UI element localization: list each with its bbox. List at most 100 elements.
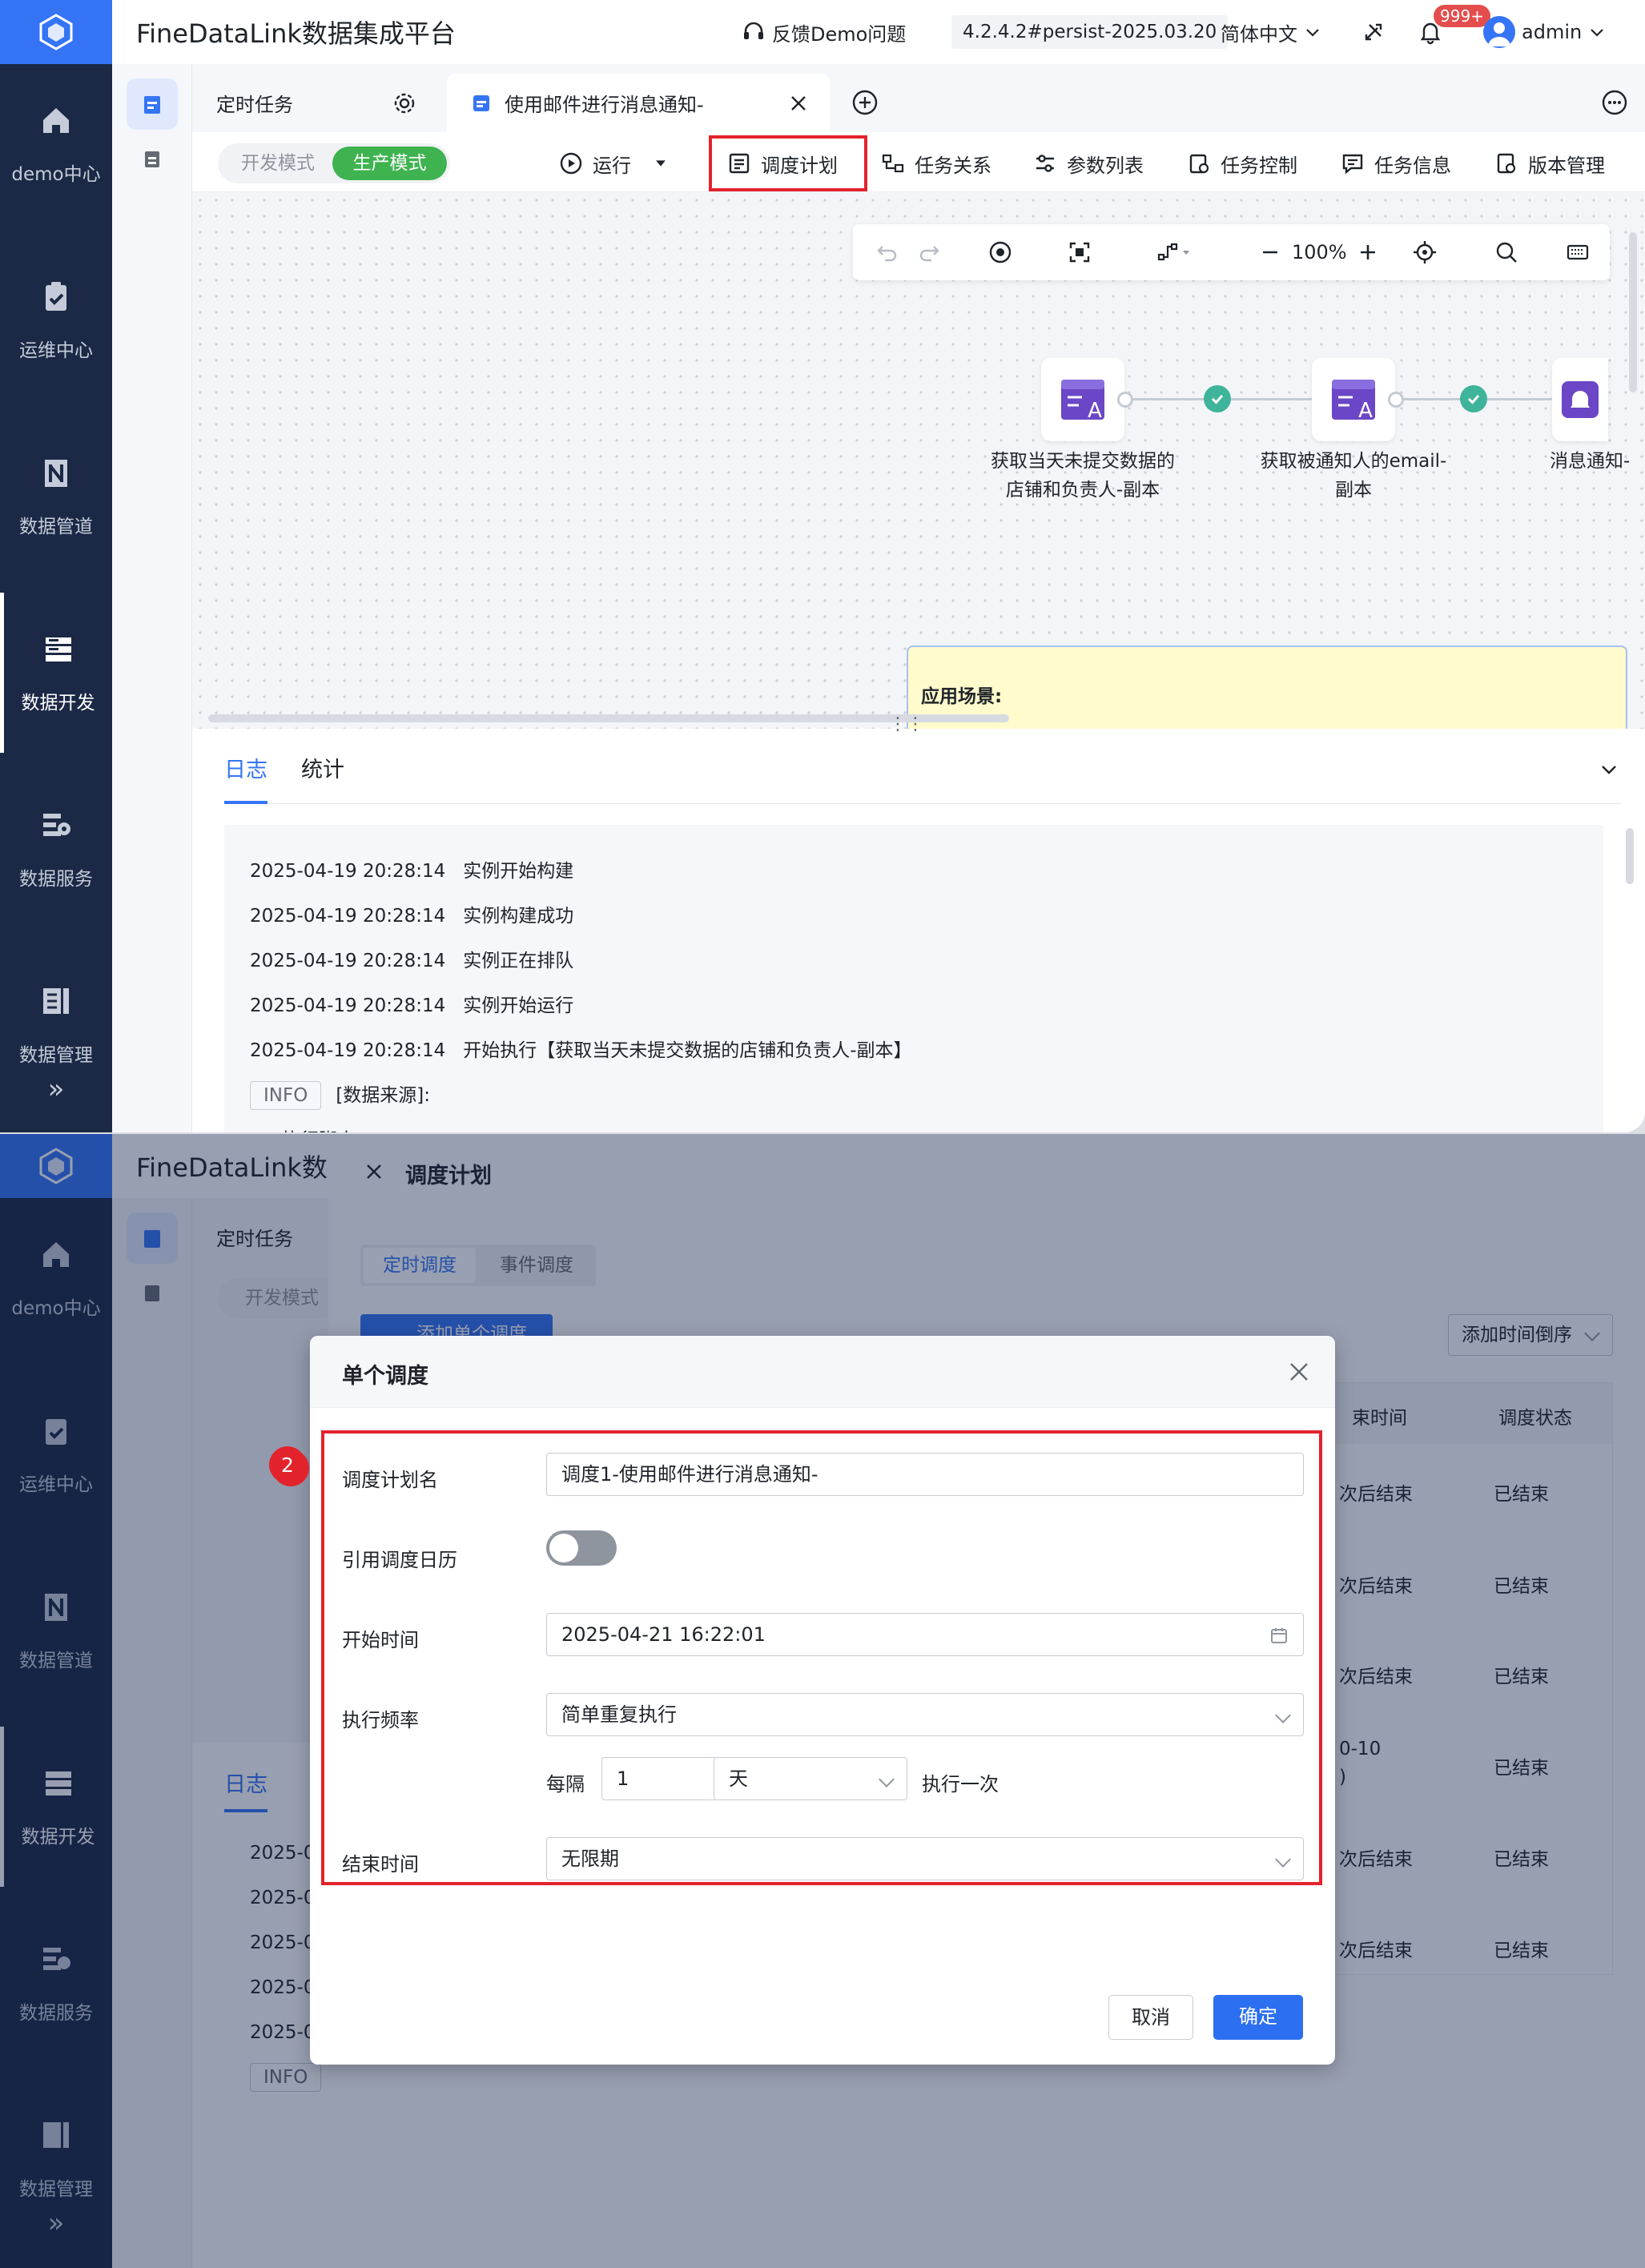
every-label: 每隔 xyxy=(546,1773,585,1796)
undo-button[interactable] xyxy=(875,240,899,264)
dag-node-2[interactable]: A xyxy=(1312,358,1395,441)
resource-button[interactable] xyxy=(127,133,178,184)
schedule-name-input[interactable]: 调度1-使用邮件进行消息通知- xyxy=(546,1453,1304,1496)
name-label: 调度计划名 xyxy=(342,1469,438,1491)
scenario-note[interactable]: 应用场景: xyxy=(907,645,1627,734)
user-icon xyxy=(1488,22,1510,46)
start-time-value: 2025-04-21 16:22:01 xyxy=(561,1623,766,1646)
tab-log[interactable]: 日志 xyxy=(224,753,267,804)
zoom-out-button[interactable] xyxy=(1260,242,1281,263)
sidebar-item-label: 数据开发 xyxy=(21,693,95,714)
app-title: FineDataLink数据集成平台 xyxy=(136,18,456,49)
dag-canvas[interactable]: 100% A 获取当天未提交数据的 店铺和负责人-副本 A 获取被通知人的emai… xyxy=(192,192,1645,734)
sidebar-item-dev[interactable]: 数据开发 xyxy=(0,593,112,753)
interval-unit-value: 天 xyxy=(729,1767,748,1790)
gear-icon[interactable] xyxy=(392,91,416,115)
version-mgmt-button[interactable]: 版本管理 xyxy=(1494,143,1605,183)
exec-once-label: 执行一次 xyxy=(922,1773,999,1796)
sliders-icon xyxy=(1036,155,1054,172)
zoom-in-button[interactable] xyxy=(1357,242,1378,263)
redo-button[interactable] xyxy=(917,240,941,264)
preview-button[interactable] xyxy=(987,239,1013,265)
main-area: 定时任务 使用邮件进行消息通知- 开发模式 生产模式 运行 调度计划 任务关系 … xyxy=(192,64,1645,1132)
collapse-chevron-icon[interactable] xyxy=(1597,758,1621,782)
end-time-select[interactable]: 无限期 xyxy=(546,1837,1304,1880)
tab-label: 定时任务 xyxy=(216,94,293,116)
mode-prod[interactable]: 生产模式 xyxy=(332,147,447,180)
search-button[interactable] xyxy=(1494,239,1519,265)
search-icon xyxy=(1496,242,1517,263)
top-bar: FineDataLink数据集成平台 反馈Demo问题 4.2.4.2#pers… xyxy=(112,0,1645,64)
mode-dev[interactable]: 开发模式 xyxy=(226,147,330,180)
sidebar-item-pipeline[interactable]: 数据管道 xyxy=(0,416,112,577)
sidebar-item-demo[interactable]: demo中心 xyxy=(0,64,112,224)
vertical-scrollbar[interactable] xyxy=(1629,232,1637,392)
sidebar-item-label: 数据管道 xyxy=(19,517,93,537)
chevron-down-icon xyxy=(1275,1852,1291,1868)
log-line: INFO [数据来源]: xyxy=(250,1073,1578,1118)
service-icon xyxy=(43,814,70,836)
tab-email-notify[interactable]: 使用邮件进行消息通知- xyxy=(447,74,830,132)
calendar-toggle[interactable] xyxy=(546,1530,617,1566)
message-icon xyxy=(1342,154,1363,175)
svg-text:A: A xyxy=(1358,399,1373,423)
resize-handle-icon[interactable]: ⋮⋮ xyxy=(889,714,924,734)
language-select[interactable]: 简体中文 xyxy=(1221,18,1321,46)
layout-button[interactable] xyxy=(1156,240,1193,264)
close-icon[interactable] xyxy=(788,93,809,114)
tab-scheduled-tasks[interactable]: 定时任务 xyxy=(192,74,440,132)
modal-header: 单个调度 xyxy=(310,1336,1335,1408)
relation-icon xyxy=(882,154,904,173)
task-info-button[interactable]: 任务信息 xyxy=(1341,143,1451,183)
frequency-select[interactable]: 简单重复执行 xyxy=(546,1693,1304,1736)
pipeline-icon xyxy=(45,460,67,487)
plus-icon xyxy=(1361,245,1375,259)
canvas-toolbar: 100% xyxy=(853,224,1610,280)
interval-input[interactable]: 1 xyxy=(601,1757,718,1800)
fit-view-button[interactable] xyxy=(1068,240,1092,264)
user-menu[interactable]: admin xyxy=(1483,16,1606,48)
task-list-button[interactable] xyxy=(127,78,178,130)
more-button[interactable] xyxy=(1600,88,1629,120)
close-icon[interactable] xyxy=(1287,1360,1311,1384)
confirm-button[interactable]: 确定 xyxy=(1213,1995,1303,2040)
add-tab-button[interactable] xyxy=(851,88,879,120)
start-time-label: 开始时间 xyxy=(342,1629,419,1651)
app-logo[interactable] xyxy=(0,0,112,64)
dag-node-1[interactable]: A xyxy=(1041,358,1124,441)
mode-toggle[interactable]: 开发模式 生产模式 xyxy=(218,143,450,183)
tab-stats[interactable]: 统计 xyxy=(301,753,344,804)
task-control-button[interactable]: 任务控制 xyxy=(1187,143,1297,183)
locate-button[interactable] xyxy=(1412,239,1438,265)
sidebar-item-ops[interactable]: 运维中心 xyxy=(0,240,112,400)
run-label: 运行 xyxy=(593,154,631,177)
log-line: 2025-04-19 20:28:14 实例开始运行 xyxy=(250,995,574,1016)
task-relation-button[interactable]: 任务关系 xyxy=(881,143,991,183)
start-time-input[interactable]: 2025-04-21 16:22:01 xyxy=(546,1613,1304,1656)
caret-down-icon[interactable] xyxy=(652,155,670,172)
info-tag: INFO xyxy=(250,1081,322,1110)
highlight-box-form xyxy=(321,1430,1322,1885)
plus-circle-icon xyxy=(852,90,878,115)
sidebar-item-label: demo中心 xyxy=(11,164,101,185)
node-port[interactable] xyxy=(1388,392,1404,408)
frequency-value: 简单重复执行 xyxy=(561,1703,677,1726)
feedback-link[interactable]: 反馈Demo问题 xyxy=(742,18,906,46)
interval-unit-select[interactable]: 天 xyxy=(714,1757,907,1800)
sidebar-expand-button[interactable]: » xyxy=(0,1073,112,1105)
chevron-down-icon xyxy=(1591,29,1603,37)
chevron-down-icon xyxy=(1306,29,1319,37)
keyboard-button[interactable] xyxy=(1566,240,1590,264)
zoom-level: 100% xyxy=(1292,241,1347,263)
params-button[interactable]: 参数列表 xyxy=(1033,143,1144,183)
version-icon xyxy=(1497,153,1516,174)
node-port[interactable] xyxy=(1117,392,1133,408)
tools-button[interactable] xyxy=(1361,20,1386,44)
dag-node-3[interactable] xyxy=(1552,358,1608,441)
run-button[interactable]: 运行 xyxy=(559,143,670,183)
log-line: 2025-04-19 20:28:14 实例正在排队 xyxy=(250,951,574,971)
cancel-button[interactable]: 取消 xyxy=(1108,1995,1193,2040)
log-scrollbar[interactable] xyxy=(1626,828,1634,884)
sidebar-item-service[interactable]: 数据服务 xyxy=(0,769,112,929)
sidebar-item-label: 数据管理 xyxy=(19,1045,93,1066)
